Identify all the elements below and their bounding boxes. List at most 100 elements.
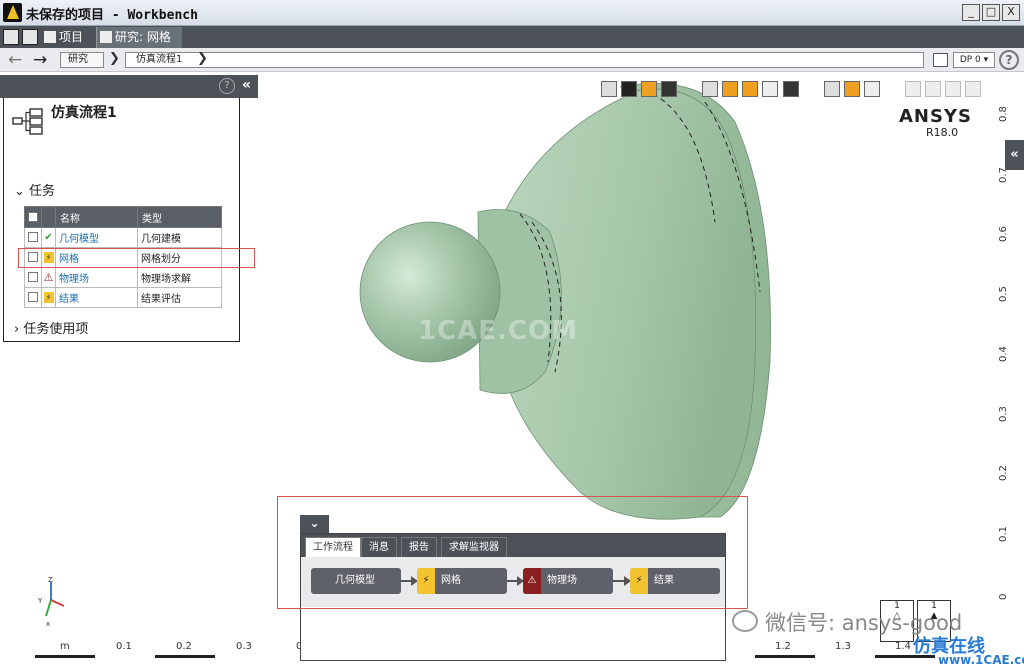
breadcrumb-flow[interactable]: 仿真流程1: [125, 52, 924, 68]
window-title: 未保存的项目 - Workbench: [26, 8, 198, 23]
scale-label: 0.3: [998, 406, 1009, 422]
help-icon[interactable]: ?: [219, 78, 235, 94]
scale-bar: [755, 655, 815, 658]
orbit-icon[interactable]: [965, 81, 981, 97]
scale-bar: [35, 655, 95, 658]
scale-label: 0.2: [998, 465, 1009, 481]
collapse-left-button[interactable]: «: [242, 77, 251, 93]
hide-icon[interactable]: [783, 81, 799, 97]
table-row[interactable]: ⚡ 结果 结果评估: [24, 287, 222, 308]
scale-label: 1.3: [835, 641, 851, 652]
wechat-icon: [732, 610, 758, 632]
select-icon[interactable]: [601, 81, 617, 97]
task-name[interactable]: 物理场: [55, 267, 138, 288]
highlight-workflow: [277, 496, 748, 609]
row-checkbox[interactable]: [24, 287, 42, 308]
task-type: 几何建模: [137, 227, 222, 248]
scale-label: 0.1: [998, 526, 1009, 542]
scale-label: 0.3: [236, 641, 252, 652]
check-icon: ✔: [41, 227, 56, 248]
tab-project[interactable]: 项目: [41, 27, 83, 48]
pan-icon[interactable]: [945, 81, 961, 97]
scale-label: 0.1: [116, 641, 132, 652]
task-type: 物理场求解: [137, 267, 222, 288]
face-select-icon[interactable]: [661, 81, 677, 97]
column-name: 名称: [55, 206, 138, 228]
table-header: 名称 类型: [24, 206, 222, 228]
scale-label: 0.2: [176, 641, 192, 652]
scale-unit: m: [60, 641, 70, 652]
row-checkbox[interactable]: [24, 267, 42, 288]
axis-z-label: Z: [48, 576, 53, 584]
expand-right-panel-button[interactable]: «: [1005, 140, 1024, 170]
scale-bar: [155, 655, 215, 658]
select-all-checkbox[interactable]: [24, 206, 42, 228]
axis-y-label: Y: [37, 597, 43, 605]
scale-label: 0.7: [998, 167, 1009, 183]
breadcrumb-study[interactable]: 研究: [60, 52, 104, 68]
scale-label: 0.6: [998, 226, 1009, 242]
project-icon: [44, 31, 56, 43]
warning-icon: ⚠: [41, 267, 56, 288]
scale-label: 0.5: [998, 286, 1009, 302]
properties-icon[interactable]: [933, 53, 948, 67]
extend-select-icon[interactable]: [742, 81, 758, 97]
study-icon: [100, 31, 112, 43]
breadcrumb: ← → 研究 ❯ 仿真流程1 ❯ DP 0 ▾ ?: [0, 48, 1024, 72]
site-url: www.1CAE.com: [938, 653, 1024, 667]
scale-label: 1.2: [775, 641, 791, 652]
vertex-select-icon[interactable]: [621, 81, 637, 97]
ansys-logo-icon: [3, 3, 22, 22]
menu-icon[interactable]: [3, 29, 19, 45]
chevron-right-icon: ›: [14, 322, 20, 337]
axis-triad-icon: Z Y x: [37, 576, 65, 628]
design-point-select[interactable]: DP 0 ▾: [953, 52, 995, 68]
axis-x-label: x: [46, 620, 50, 628]
forward-arrow-icon[interactable]: →: [33, 50, 47, 70]
tasks-section-toggle[interactable]: ⌄ 任务: [14, 180, 55, 199]
clear-select-icon[interactable]: [762, 81, 778, 97]
task-uses-section-toggle[interactable]: › 任务使用项: [14, 318, 88, 337]
title-bar: 未保存的项目 - Workbench _ □ X: [0, 0, 1024, 26]
maximize-button[interactable]: □: [982, 4, 1000, 21]
zoom-box-icon[interactable]: [824, 81, 840, 97]
edge-select-icon[interactable]: [641, 81, 657, 97]
tab-study[interactable]: 研究: 网格: [96, 27, 182, 48]
study-properties-panel: 仿真流程1 ⌄ 任务 名称 类型 ✔ 几何模型 几何建模 ⚡ 网格 网格划分 ⚠…: [3, 98, 240, 342]
minimize-button[interactable]: _: [962, 4, 980, 21]
back-arrow-icon[interactable]: ←: [8, 50, 22, 70]
save-icon[interactable]: [22, 29, 38, 45]
task-name[interactable]: 几何模型: [55, 227, 138, 248]
scale-label: 0: [998, 593, 1009, 600]
task-type: 结果评估: [137, 287, 222, 308]
chevron-down-icon: ⌄: [14, 184, 25, 199]
ansys-brand: ANSYS: [899, 106, 972, 127]
light-icon[interactable]: [905, 81, 921, 97]
ansys-version: R18.0: [926, 126, 959, 139]
help-icon[interactable]: ?: [999, 50, 1019, 70]
scale-label: 0.8: [998, 106, 1009, 122]
chevron-right-icon: ❯: [109, 51, 120, 66]
scale-label: 1.4: [895, 641, 911, 652]
close-button[interactable]: X: [1002, 4, 1020, 21]
body-select-icon[interactable]: [722, 81, 738, 97]
row-checkbox[interactable]: [24, 227, 42, 248]
left-panel-header: ? «: [0, 75, 258, 98]
chevron-right-icon: ❯: [197, 51, 208, 66]
breadcrumb-flow-label: 仿真流程1: [136, 54, 183, 65]
flow-tree-icon: [12, 108, 43, 135]
table-row[interactable]: ✔ 几何模型 几何建模: [24, 227, 222, 248]
fit-icon[interactable]: [844, 81, 860, 97]
table-row[interactable]: ⚠ 物理场 物理场求解: [24, 267, 222, 288]
lightning-icon: ⚡: [41, 287, 56, 308]
watermark: 1CAE.COM: [418, 316, 578, 346]
expand-icon[interactable]: [864, 81, 880, 97]
window-controls: _ □ X: [962, 4, 1020, 21]
column-type: 类型: [137, 206, 222, 228]
tab-bar: 项目 研究: 网格: [0, 26, 1024, 48]
task-name[interactable]: 结果: [55, 287, 138, 308]
box-select-icon[interactable]: [702, 81, 718, 97]
highlight-mesh-row: [18, 248, 255, 268]
rotate-icon[interactable]: [925, 81, 941, 97]
panel-title: 仿真流程1: [51, 105, 117, 121]
